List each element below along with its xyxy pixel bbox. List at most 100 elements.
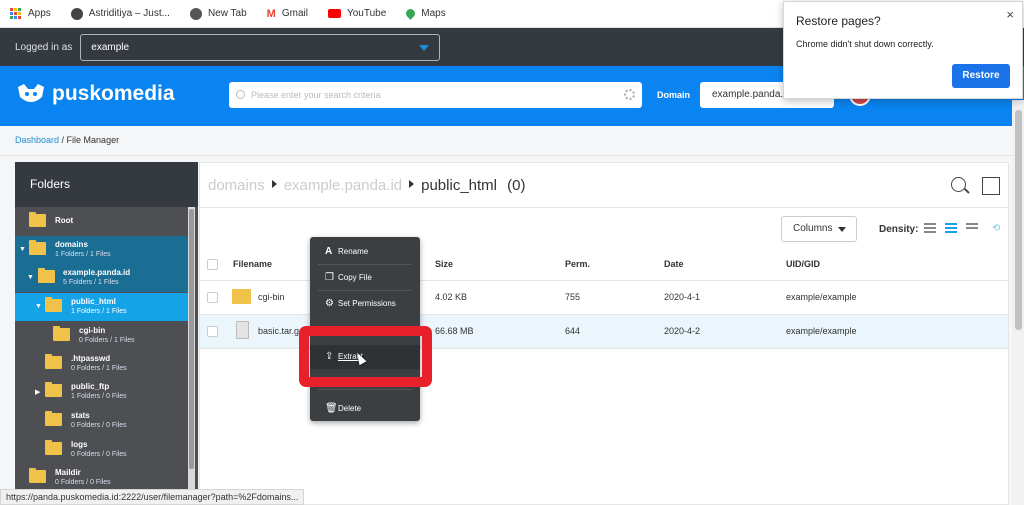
folder-icon bbox=[29, 468, 46, 483]
folder-icon bbox=[45, 411, 62, 426]
refresh-icon[interactable]: ⟲ bbox=[992, 223, 1000, 234]
file-size: 4.02 KB bbox=[435, 292, 468, 302]
row-checkbox[interactable] bbox=[207, 292, 218, 303]
folders-scrollbar[interactable] bbox=[188, 207, 195, 492]
scrollbar-thumb[interactable] bbox=[189, 209, 194, 469]
folder-tree-item-domains[interactable]: ▼ domains 1 Folders / 1 Files bbox=[15, 236, 188, 264]
bookmark-astriditiya[interactable]: Astriditiya – Just... bbox=[70, 7, 170, 20]
bookmark-gmail[interactable]: M Gmail bbox=[267, 8, 308, 20]
close-icon[interactable]: × bbox=[1006, 7, 1014, 22]
bookmark-label: Gmail bbox=[281, 8, 308, 19]
restore-pages-dialog: Restore pages? × Chrome didn't shut down… bbox=[783, 1, 1023, 99]
folder-name: domains bbox=[55, 240, 88, 249]
folder-meta: 0 Folders / 0 Files bbox=[71, 422, 127, 429]
logged-in-label: Logged in as bbox=[15, 41, 73, 53]
folder-icon bbox=[45, 354, 62, 369]
folder-tree-item-public-ftp[interactable]: ▶ public_ftp 1 Folders / 0 Files bbox=[15, 378, 188, 406]
globe-icon bbox=[189, 7, 202, 20]
bookmark-label: Maps bbox=[421, 8, 446, 19]
folder-meta: 0 Folders / 0 Files bbox=[71, 451, 127, 458]
folder-tree-item-cgi-bin[interactable]: cgi-bin 0 Folders / 1 Files bbox=[15, 322, 188, 350]
column-header-uid[interactable]: UID/GID bbox=[786, 259, 820, 269]
restore-button[interactable]: Restore bbox=[952, 64, 1010, 88]
file-perm: 755 bbox=[565, 292, 581, 302]
menu-item-copy-file[interactable]: ❐ Copy File bbox=[310, 266, 420, 290]
folder-icon bbox=[53, 326, 70, 341]
row-checkbox[interactable] bbox=[207, 326, 218, 337]
brand-logo[interactable]: puskomedia bbox=[16, 82, 175, 106]
caret-down-icon[interactable]: ▼ bbox=[19, 246, 26, 253]
cat-logo-icon bbox=[18, 84, 44, 102]
maps-icon bbox=[404, 7, 418, 20]
path-segment-domains[interactable]: domains bbox=[208, 177, 265, 194]
bookmark-apps[interactable]: Apps bbox=[10, 7, 51, 20]
bookmark-new-tab[interactable]: New Tab bbox=[189, 7, 247, 20]
menu-item-label: Set Permissions bbox=[338, 299, 396, 308]
menu-item-delete[interactable]: 🗑 Delete bbox=[310, 397, 420, 421]
density-comfortable-icon[interactable] bbox=[966, 223, 978, 235]
file-name[interactable]: basic.tar.g bbox=[258, 326, 299, 336]
density-label: Density: bbox=[879, 224, 919, 235]
column-header-filename[interactable]: Filename bbox=[233, 259, 272, 269]
breadcrumb-current: File Manager bbox=[66, 135, 120, 145]
caret-down-icon[interactable]: ▼ bbox=[27, 274, 34, 281]
density-default-icon[interactable] bbox=[945, 223, 957, 235]
folder-tree-item-htpasswd[interactable]: .htpasswd 0 Folders / 1 Files bbox=[15, 350, 188, 378]
file-name[interactable]: cgi-bin bbox=[258, 292, 285, 302]
folder-meta: 1 Folders / 0 Files bbox=[71, 393, 127, 400]
menu-item-rename[interactable]: A Rename bbox=[310, 240, 420, 264]
dialog-message: Chrome didn't shut down correctly. bbox=[796, 39, 934, 49]
dialog-title: Restore pages? bbox=[796, 14, 881, 28]
folders-panel: Folders Root ▼ domains 1 Folders / 1 Fil… bbox=[15, 162, 198, 492]
folders-title: Folders bbox=[15, 162, 198, 207]
folder-meta: 0 Folders / 1 Files bbox=[71, 365, 127, 372]
folder-tree-item-example-panda-id[interactable]: ▼ example.panda.id 5 Folders / 1 Files bbox=[15, 264, 188, 292]
density-compact-icon[interactable] bbox=[924, 223, 936, 235]
search-icon[interactable] bbox=[951, 177, 966, 192]
search-input[interactable]: Please enter your search criteria bbox=[229, 82, 642, 108]
path-segment-domain[interactable]: example.panda.id bbox=[284, 177, 402, 194]
bookmark-youtube[interactable]: YouTube bbox=[327, 8, 386, 19]
file-date: 2020-4-1 bbox=[664, 292, 701, 302]
column-header-date[interactable]: Date bbox=[664, 259, 684, 269]
folder-tree-item-logs[interactable]: logs 0 Folders / 0 Files bbox=[15, 436, 188, 464]
menu-item-label: Copy File bbox=[338, 273, 372, 282]
divider bbox=[0, 155, 1012, 156]
folder-tree-item-maildir[interactable]: Maildir 0 Folders / 0 Files bbox=[15, 464, 188, 492]
menu-item-label: Delete bbox=[338, 404, 362, 413]
expand-icon[interactable] bbox=[982, 177, 1000, 195]
folder-tree-item-root[interactable]: Root bbox=[15, 207, 188, 235]
gear-icon[interactable] bbox=[624, 89, 635, 100]
column-header-size[interactable]: Size bbox=[435, 259, 453, 269]
status-url: https://panda.puskomedia.id:2222/user/fi… bbox=[0, 489, 305, 505]
menu-item-set-permissions[interactable]: ⚙ Set Permissions bbox=[310, 292, 420, 316]
domain-label: Domain bbox=[657, 90, 691, 100]
folder-icon bbox=[232, 289, 251, 304]
folder-name: cgi-bin bbox=[79, 326, 106, 335]
folder-icon bbox=[29, 212, 46, 227]
scrollbar-thumb[interactable] bbox=[1015, 110, 1022, 330]
bookmark-maps[interactable]: Maps bbox=[404, 7, 446, 20]
path-segment-current: public_html bbox=[421, 177, 497, 194]
folder-tree-item-public-html[interactable]: ▼ public_html 1 Folders / 1 Files bbox=[15, 293, 188, 321]
folder-meta: 1 Folders / 1 Files bbox=[71, 308, 127, 315]
folder-icon bbox=[45, 297, 62, 312]
path-separator-icon bbox=[271, 180, 277, 188]
folder-name: public_ftp bbox=[71, 382, 110, 391]
path-separator-icon bbox=[409, 180, 415, 188]
caret-right-icon[interactable]: ▶ bbox=[35, 388, 40, 396]
folder-icon bbox=[29, 240, 46, 255]
select-all-checkbox[interactable] bbox=[207, 259, 218, 270]
caret-down-icon[interactable]: ▼ bbox=[35, 303, 42, 310]
column-header-perm[interactable]: Perm. bbox=[565, 259, 590, 269]
columns-button[interactable]: Columns bbox=[781, 216, 857, 242]
gmail-icon: M bbox=[266, 7, 276, 20]
copy-icon: ❐ bbox=[325, 272, 334, 283]
bookmark-label: Astriditiya – Just... bbox=[88, 8, 170, 19]
page-scrollbar[interactable] bbox=[1012, 100, 1024, 505]
annotation-highlight bbox=[299, 326, 432, 387]
user-select[interactable]: example bbox=[80, 33, 441, 61]
breadcrumb-dashboard-link[interactable]: Dashboard bbox=[15, 135, 59, 145]
folder-icon bbox=[38, 268, 55, 283]
folder-tree-item-stats[interactable]: stats 0 Folders / 0 Files bbox=[15, 407, 188, 435]
